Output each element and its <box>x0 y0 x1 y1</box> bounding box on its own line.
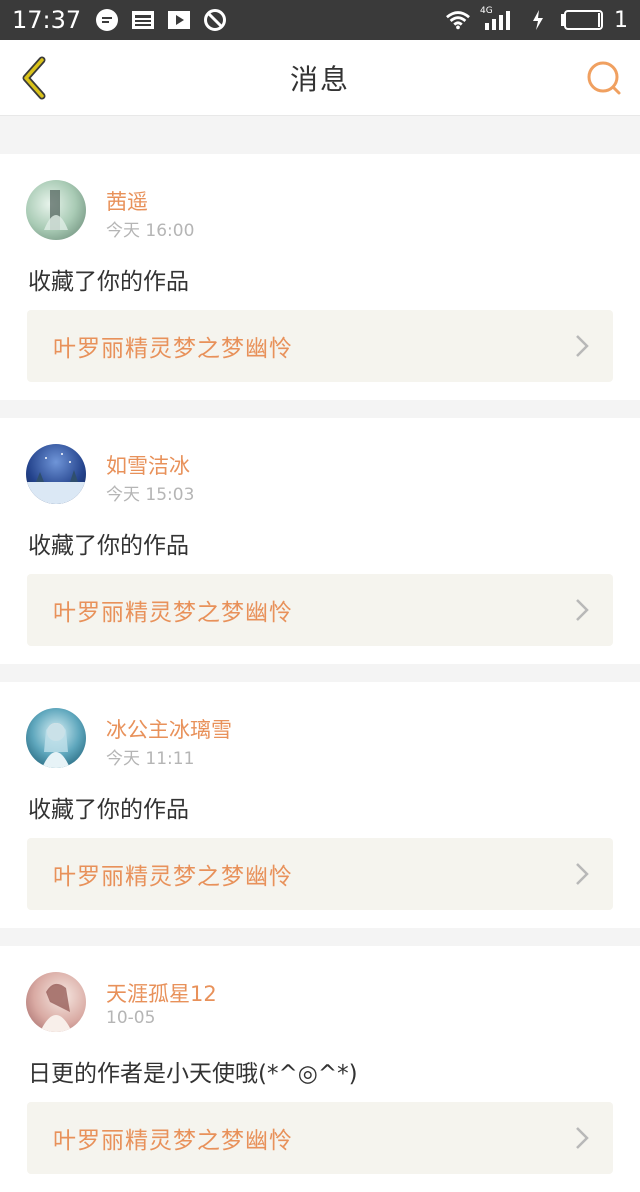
chevron-right-icon <box>576 599 589 621</box>
avatar[interactable] <box>26 972 86 1032</box>
message-card[interactable]: 天涯孤星12 10-05 日更的作者是小天使哦(*^◎^*) 叶罗丽精灵梦之梦幽… <box>0 946 640 1192</box>
work-title: 叶罗丽精灵梦之梦幽怜 <box>53 600 293 626</box>
message-card[interactable]: 冰公主冰璃雪 今天 11:11 收藏了你的作品 叶罗丽精灵梦之梦幽怜 <box>0 682 640 928</box>
news-icon <box>131 8 155 32</box>
network-type: 4G <box>480 6 493 16</box>
system-icons: 4G 1 <box>446 6 628 33</box>
user-name[interactable]: 如雪洁冰 <box>106 450 190 480</box>
message-time: 今天 15:03 <box>106 485 195 505</box>
message-text: 收藏了你的作品 <box>28 797 189 823</box>
chevron-left-icon <box>22 56 46 100</box>
notification-icons <box>95 8 227 32</box>
user-name[interactable]: 茜遥 <box>106 186 148 216</box>
list-divider <box>0 664 640 682</box>
charging-icon <box>526 8 550 32</box>
message-text: 收藏了你的作品 <box>28 533 189 559</box>
battery-icon <box>560 8 604 32</box>
status-bar: 17:37 4G 1 <box>0 0 640 40</box>
list-divider <box>0 400 640 418</box>
battery-level: 1 <box>614 7 628 33</box>
back-button[interactable] <box>14 54 54 102</box>
list-divider <box>0 116 640 154</box>
work-link[interactable]: 叶罗丽精灵梦之梦幽怜 <box>27 310 613 382</box>
chevron-right-icon <box>576 1127 589 1149</box>
user-name[interactable]: 天涯孤星12 <box>106 978 217 1008</box>
message-time: 10-05 <box>106 1008 156 1028</box>
work-title: 叶罗丽精灵梦之梦幽怜 <box>53 336 293 362</box>
message-list: 茜遥 今天 16:00 收藏了你的作品 叶罗丽精灵梦之梦幽怜 如雪洁冰 今天 1… <box>0 116 640 1192</box>
user-name[interactable]: 冰公主冰璃雪 <box>106 714 232 744</box>
avatar[interactable] <box>26 708 86 768</box>
message-card[interactable]: 茜遥 今天 16:00 收藏了你的作品 叶罗丽精灵梦之梦幽怜 <box>0 154 640 400</box>
signal-icon: 4G <box>480 6 516 32</box>
wifi-icon <box>446 8 470 32</box>
avatar[interactable] <box>26 180 86 240</box>
work-title: 叶罗丽精灵梦之梦幽怜 <box>53 864 293 890</box>
app-header: 消息 <box>0 40 640 116</box>
page-title: 消息 <box>289 62 350 96</box>
work-link[interactable]: 叶罗丽精灵梦之梦幽怜 <box>27 574 613 646</box>
work-link[interactable]: 叶罗丽精灵梦之梦幽怜 <box>27 838 613 910</box>
status-time: 17:37 <box>12 6 82 34</box>
chevron-right-icon <box>576 335 589 357</box>
blocked-icon <box>203 8 227 32</box>
message-time: 今天 16:00 <box>106 221 195 241</box>
message-text: 日更的作者是小天使哦(*^◎^*) <box>28 1061 358 1087</box>
chevron-right-icon <box>576 863 589 885</box>
chat-bubble-icon <box>95 8 119 32</box>
search-icon <box>587 61 621 95</box>
message-text: 收藏了你的作品 <box>28 269 189 295</box>
work-title: 叶罗丽精灵梦之梦幽怜 <box>53 1128 293 1154</box>
list-divider <box>0 928 640 946</box>
message-time: 今天 11:11 <box>106 749 195 769</box>
avatar[interactable] <box>26 444 86 504</box>
search-button[interactable] <box>584 58 624 98</box>
video-icon <box>167 8 191 32</box>
work-link[interactable]: 叶罗丽精灵梦之梦幽怜 <box>27 1102 613 1174</box>
message-card[interactable]: 如雪洁冰 今天 15:03 收藏了你的作品 叶罗丽精灵梦之梦幽怜 <box>0 418 640 664</box>
